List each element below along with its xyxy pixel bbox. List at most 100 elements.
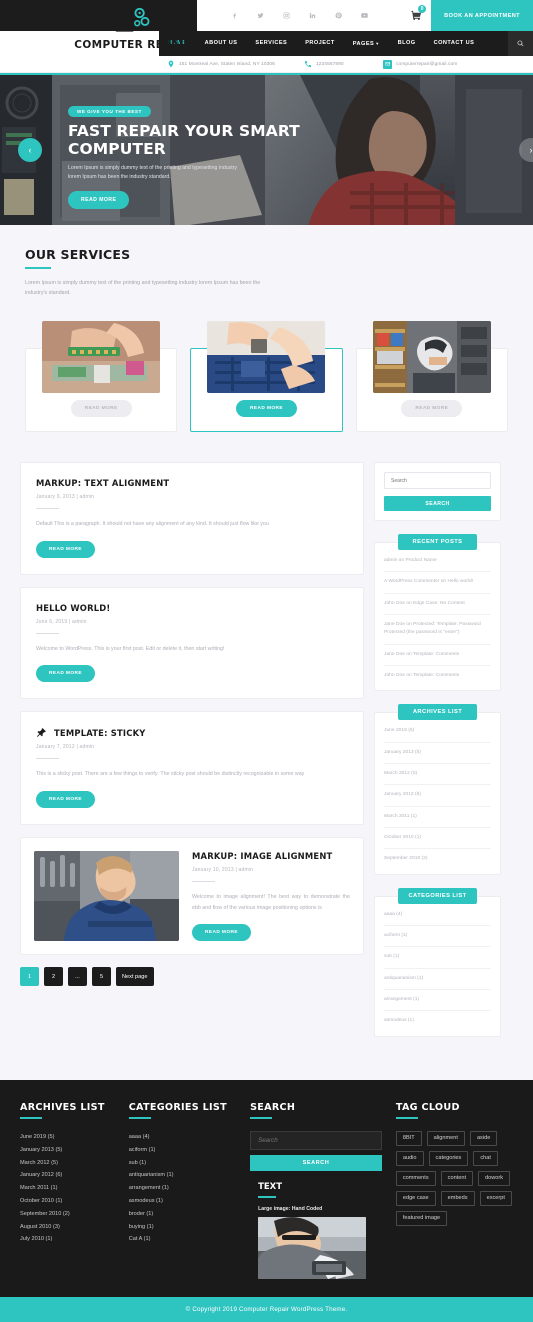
tag-item[interactable]: aside: [469, 1130, 498, 1146]
tag-item[interactable]: content: [440, 1170, 474, 1186]
list-item[interactable]: admin on Product Name: [384, 551, 491, 573]
post-title[interactable]: MARKUP: IMAGE ALIGNMENT: [192, 851, 350, 861]
list-item[interactable]: aciform (1): [384, 926, 491, 948]
list-item[interactable]: sub (1): [384, 947, 491, 969]
post-read-more-button[interactable]: READ MORE: [36, 790, 95, 808]
list-item[interactable]: Jane Doe on Protected: Template: Passwor…: [384, 615, 491, 645]
list-item[interactable]: buying (1): [129, 1220, 236, 1233]
post-card: MARKUP: IMAGE ALIGNMENT January 10, 2013…: [20, 836, 364, 956]
footer-search-button[interactable]: SEARCH: [250, 1154, 382, 1171]
service-card-cpu-repair[interactable]: CPU REPAIR READ MORE: [355, 321, 508, 433]
list-item[interactable]: Cat A (1): [129, 1233, 236, 1246]
linkedin-icon[interactable]: [308, 11, 317, 20]
contact-email[interactable]: computerrepair@gmail.com: [383, 59, 457, 69]
list-item[interactable]: January 2012 (6): [384, 785, 491, 807]
list-item[interactable]: asmodeus (1): [384, 1011, 491, 1031]
list-item[interactable]: arrangement (1): [129, 1182, 236, 1195]
list-item[interactable]: A WordPress Commenter on Hello world!: [384, 572, 491, 594]
list-item[interactable]: September 2010 (2): [20, 1207, 115, 1220]
tag-item[interactable]: embeds: [440, 1190, 475, 1206]
logo[interactable]: COMPUTER REPAIR: [73, 7, 193, 51]
contact-phone[interactable]: 1234567890: [303, 60, 383, 69]
list-item[interactable]: October 2010 (1): [20, 1195, 115, 1208]
services-title: OUR SERVICES: [25, 247, 131, 262]
list-item[interactable]: sub (1): [129, 1156, 236, 1169]
list-item[interactable]: October 2010 (1): [384, 828, 491, 850]
post-author: admin: [79, 494, 95, 501]
tag-item[interactable]: alignment: [426, 1130, 465, 1146]
list-item[interactable]: January 2013 (5): [20, 1143, 115, 1156]
list-item[interactable]: August 2010 (3): [20, 1220, 115, 1233]
footer-archives-title: ARCHIVES LIST: [20, 1101, 105, 1113]
service-card-ram-installation[interactable]: RAM INSTALLATION READ MORE: [25, 321, 178, 433]
sidebar-search-input[interactable]: [384, 472, 491, 490]
tag-item[interactable]: edge case: [395, 1190, 436, 1206]
list-item[interactable]: July 2010 (1): [20, 1233, 115, 1246]
list-item[interactable]: John Doe on Template: Comments: [384, 666, 491, 686]
list-item[interactable]: aciform (1): [129, 1143, 236, 1156]
list-item[interactable]: March 2011 (1): [384, 807, 491, 829]
nav-item-contact-us[interactable]: CONTACT US: [425, 31, 484, 56]
service-card-motherboard-fix[interactable]: MOTHERBOARD FIX READ MORE: [190, 321, 343, 433]
tag-item[interactable]: categories: [428, 1150, 469, 1166]
list-item[interactable]: aaaa (4): [384, 905, 491, 927]
list-item[interactable]: antiquarianism (1): [384, 969, 491, 991]
hero-prev-button[interactable]: ‹: [18, 138, 42, 162]
list-item[interactable]: aaaa (4): [129, 1131, 236, 1144]
sidebar-search-widget: SEARCH: [374, 462, 501, 522]
book-appointment-button[interactable]: BOOK AN APPOINTMENT: [431, 0, 533, 31]
instagram-icon[interactable]: [282, 11, 291, 20]
page-root: 0 BOOK AN APPOINTMENT COMPUTER REPAIR HO…: [0, 0, 533, 1322]
footer-search-input[interactable]: [250, 1130, 382, 1150]
facebook-icon[interactable]: [230, 11, 239, 20]
hero-read-more-button[interactable]: READ MORE: [68, 191, 130, 210]
cart-button[interactable]: 0: [401, 0, 431, 31]
nav-search-button[interactable]: [508, 31, 533, 56]
list-item[interactable]: January 2012 (6): [20, 1169, 115, 1182]
sidebar-search-button[interactable]: SEARCH: [384, 496, 491, 512]
pagination-page-5[interactable]: 5: [92, 967, 111, 987]
post-title[interactable]: HELLO WORLD!: [36, 603, 110, 613]
twitter-icon[interactable]: [256, 11, 265, 20]
tag-item[interactable]: comments: [395, 1170, 436, 1186]
post-read-more-button[interactable]: READ MORE: [192, 924, 251, 942]
pagination-page-1[interactable]: 1: [20, 967, 39, 987]
list-item[interactable]: June 2019 (5): [20, 1131, 115, 1144]
nav-item-about-us[interactable]: ABOUT US: [196, 31, 247, 56]
list-item[interactable]: broder (1): [129, 1207, 236, 1220]
pagination-next-button[interactable]: Next page: [116, 967, 154, 987]
post-title[interactable]: MARKUP: TEXT ALIGNMENT: [36, 478, 169, 488]
nav-item-blog[interactable]: BLOG: [389, 31, 425, 56]
tag-item[interactable]: dowork: [478, 1170, 511, 1186]
pagination-page-2[interactable]: 2: [44, 967, 63, 987]
tag-item[interactable]: 8BIT: [395, 1130, 422, 1146]
service-read-more-button[interactable]: READ MORE: [70, 400, 132, 418]
youtube-icon[interactable]: [360, 11, 369, 20]
service-read-more-button[interactable]: READ MORE: [236, 400, 297, 418]
list-item[interactable]: antiquarianism (1): [129, 1169, 236, 1182]
recent-posts-title: RECENT POSTS: [398, 534, 477, 551]
nav-item-project[interactable]: PROJECT: [296, 31, 344, 56]
list-item[interactable]: asmodeus (1): [129, 1195, 236, 1208]
nav-item-services[interactable]: SERVICES: [246, 31, 296, 56]
tag-item[interactable]: audio: [395, 1150, 424, 1166]
list-item[interactable]: John Doe on Edge Case: No Content: [384, 594, 491, 616]
service-read-more-button[interactable]: READ MORE: [401, 400, 463, 418]
post-read-more-button[interactable]: READ MORE: [36, 540, 95, 558]
list-item[interactable]: June 2019 (5): [384, 721, 491, 743]
list-item[interactable]: March 2012 (5): [384, 764, 491, 786]
post-title[interactable]: TEMPLATE: STICKY: [54, 728, 146, 738]
pinterest-icon[interactable]: [334, 11, 343, 20]
list-item[interactable]: Jane Doe on Template: Comments: [384, 645, 491, 667]
post-header: HELLO WORLD!: [36, 603, 348, 613]
nav-item-pages[interactable]: PAGES▼: [344, 31, 389, 57]
list-item[interactable]: arrangement (1): [384, 990, 491, 1012]
list-item[interactable]: March 2011 (1): [20, 1182, 115, 1195]
list-item[interactable]: September 2010 (2): [384, 849, 491, 869]
tag-item[interactable]: excerpt: [479, 1190, 512, 1206]
list-item[interactable]: January 2013 (5): [384, 743, 491, 765]
list-item[interactable]: March 2012 (5): [20, 1156, 115, 1169]
tag-item[interactable]: featured image: [395, 1210, 448, 1226]
post-read-more-button[interactable]: READ MORE: [36, 665, 95, 683]
tag-item[interactable]: chat: [473, 1150, 498, 1166]
